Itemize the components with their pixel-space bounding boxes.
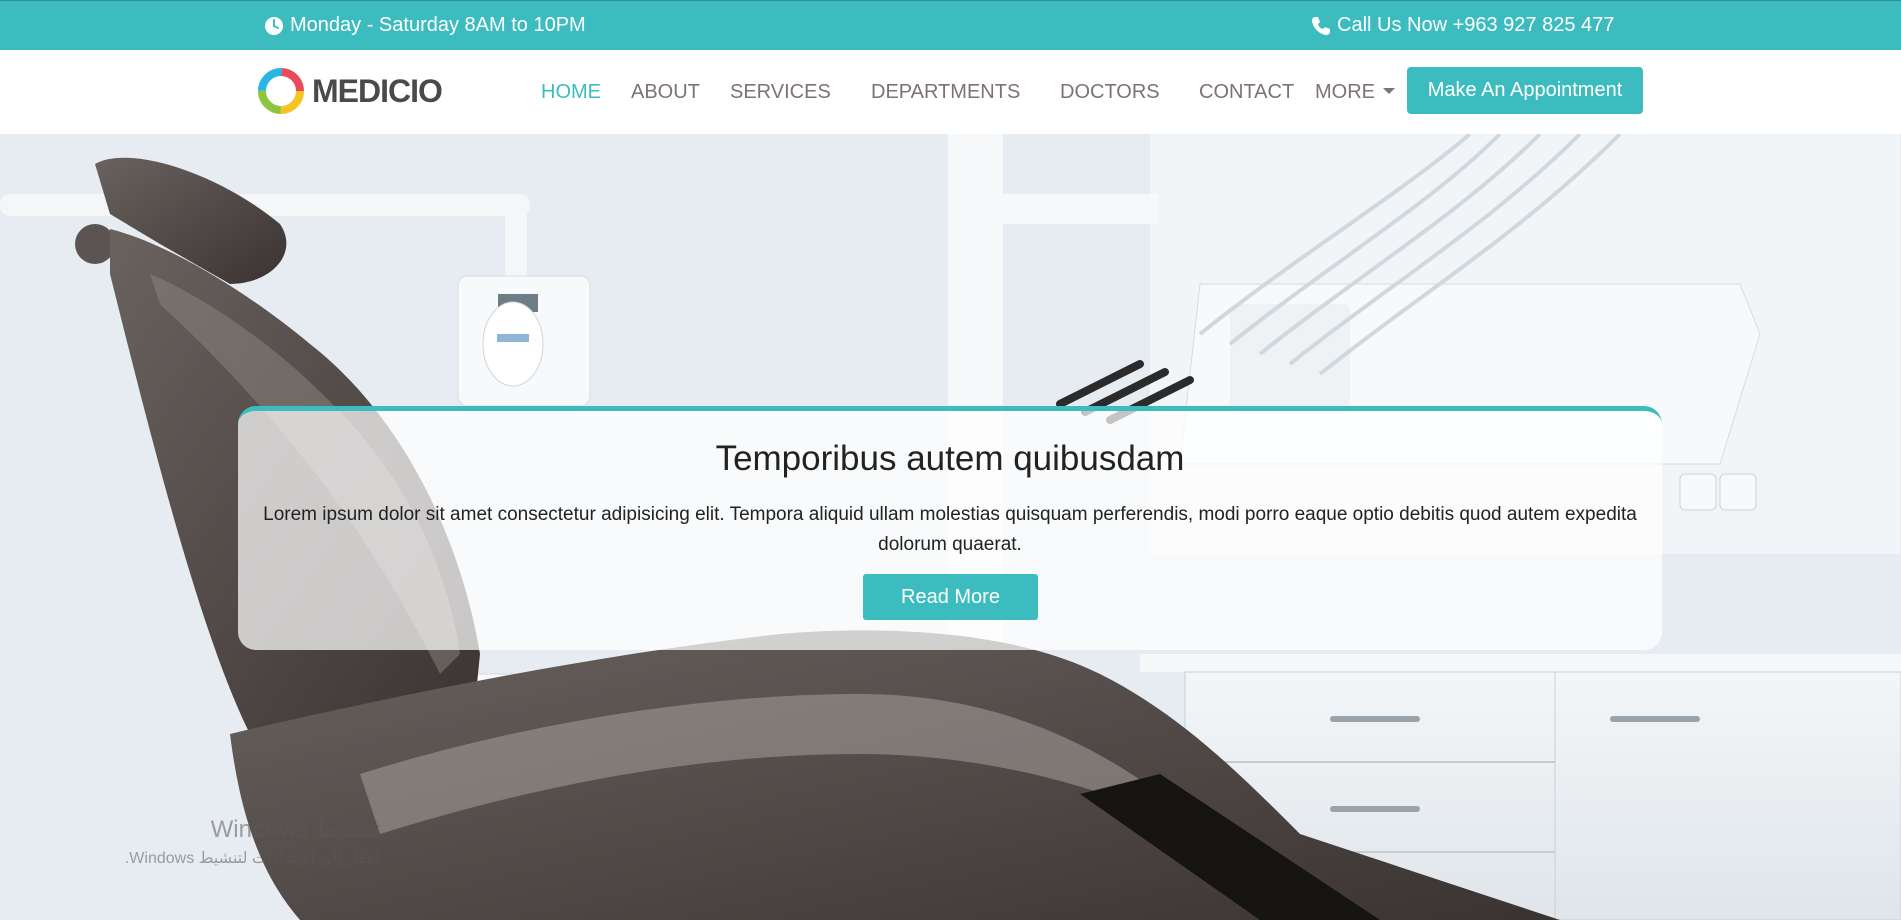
- watermark-subtitle: انتقل إلى الإعدادات لتنشيط Windows.: [124, 850, 380, 867]
- clock-icon: [264, 16, 284, 36]
- hero-title: Temporibus autem quibusdam: [715, 439, 1185, 478]
- nav-departments[interactable]: DEPARTMENTS: [871, 81, 1020, 104]
- make-appointment-button[interactable]: Make An Appointment: [1407, 67, 1643, 114]
- logo-ring-icon: [258, 68, 304, 114]
- phone-text[interactable]: Call Us Now +963 927 825 477: [1337, 14, 1614, 37]
- nav-doctors[interactable]: DOCTORS: [1060, 81, 1160, 104]
- windows-activation-watermark: تنشيط Windows انتقل إلى الإعدادات لتنشيط…: [125, 815, 380, 868]
- logo[interactable]: MEDICIO: [256, 66, 443, 116]
- opening-hours: Monday - Saturday 8AM to 10PM: [264, 14, 586, 37]
- read-more-button[interactable]: Read More: [863, 574, 1038, 620]
- nav-services[interactable]: SERVICES: [730, 81, 831, 104]
- nav-home[interactable]: HOME: [541, 81, 601, 104]
- phone-icon: [1311, 16, 1331, 36]
- nav-more-label: MORE: [1315, 81, 1375, 103]
- nav-about[interactable]: ABOUT: [631, 81, 700, 104]
- watermark-title: تنشيط Windows: [210, 816, 380, 843]
- opening-hours-text: Monday - Saturday 8AM to 10PM: [290, 14, 586, 36]
- phone-contact[interactable]: Call Us Now +963 927 825 477: [1311, 14, 1614, 37]
- nav-contact[interactable]: CONTACT: [1199, 81, 1294, 104]
- hero-slider: Temporibus autem quibusdam Lorem ipsum d…: [0, 134, 1901, 920]
- logo-text: MEDICIO: [312, 72, 443, 109]
- site-header: MEDICIO HOME ABOUT SERVICES DEPARTMENTS …: [0, 50, 1901, 134]
- caret-down-icon: [1383, 87, 1395, 94]
- hero-caption-panel: Temporibus autem quibusdam Lorem ipsum d…: [238, 406, 1662, 650]
- hero-description: Lorem ipsum dolor sit amet consectetur a…: [263, 504, 1637, 555]
- nav-more-dropdown[interactable]: MORE: [1315, 81, 1395, 104]
- top-info-bar: Monday - Saturday 8AM to 10PM Call Us No…: [0, 0, 1901, 50]
